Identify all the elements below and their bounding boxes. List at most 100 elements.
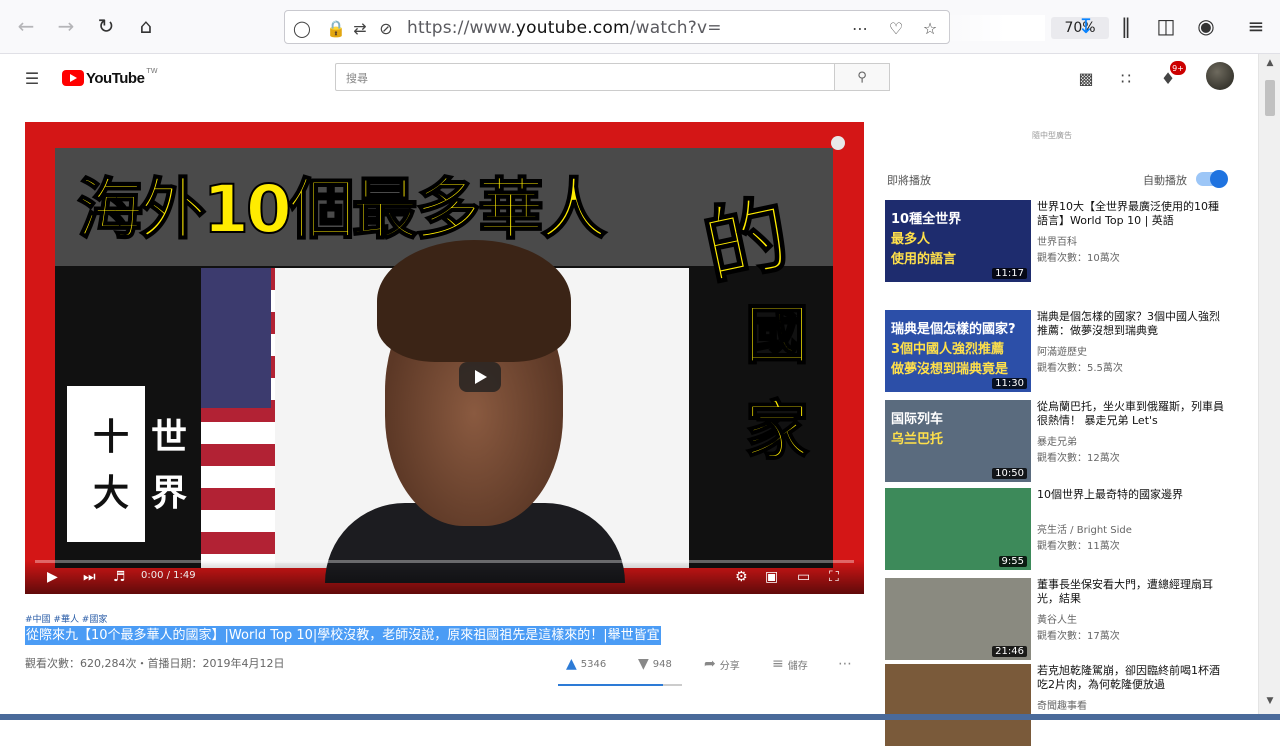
recommendation-thumbnail[interactable]: 瑞典是個怎樣的國家? 3個中國人強烈推薦 做夢沒想到瑞典竟是 11:30 [885,310,1031,392]
theater-mode-icon[interactable]: ▭ [797,568,810,586]
recommendation-views: 觀看次數：10萬次 [1037,253,1120,264]
recommendation-title[interactable]: 世界10大【全世界最廣泛使用的10種語言】World Top 10 | 英語 [1037,200,1227,228]
taskbar-strip [0,714,1280,720]
scroll-up-arrow-icon[interactable]: ▲ [1264,58,1276,68]
url-text[interactable]: https://www.youtube.com/watch?v= [407,18,722,38]
back-arrow-icon[interactable]: ← [12,12,40,40]
recommendation-title[interactable]: 從烏蘭巴托，坐火車到俄羅斯，列車員很熱情！ 暴走兄弟 Let's [1037,400,1227,428]
autoplay-blocked-icon[interactable]: ⊘ [375,17,397,39]
library-icon[interactable]: ‖ [1112,12,1140,40]
play-icon[interactable]: ▶ [47,568,58,586]
account-icon[interactable]: ◉ [1192,12,1220,40]
recommendation-title[interactable]: 若克旭乾隆駕崩，卻因臨終前喝1杯酒吃2片肉，為何乾隆便放過 [1037,664,1227,692]
more-options-button[interactable]: ⋯ [838,654,852,674]
volume-icon[interactable]: ♬ [113,568,126,586]
lock-icon[interactable]: 🔒 [325,17,347,39]
url-fade [945,15,1045,41]
thumbnail-caption: 3個中國人強烈推薦 [891,342,1005,357]
create-video-icon[interactable]: ▩ [1074,66,1098,90]
us-flag-canton [201,268,271,408]
download-icon[interactable]: ↧ [1072,12,1100,40]
recommendation-card[interactable]: 21:46 董事長坐保安看大門，遭總經理扇耳光，結果 黃谷人生 觀看次數：17萬次 [885,578,1230,662]
video-thumbnail: 海外10個最多華人 的 十 大 世 界 國家 [55,148,833,583]
next-icon[interactable]: ⏭ [83,568,96,586]
recommendation-thumbnail[interactable]: 9:55 [885,488,1031,570]
badge-top-left: 十 [93,417,130,458]
bookmark-star-icon[interactable]: ☆ [919,17,941,39]
thumbs-up-icon: ▲ [566,656,577,672]
recommendation-card[interactable]: 国际列车 乌兰巴托 10:50 從烏蘭巴托，坐火車到俄羅斯，列車員很熱情！ 暴走兄弟 … [885,400,1230,484]
duration-badge: 11:17 [992,268,1027,279]
recommendation-card[interactable]: 9:55 10個世界上最奇特的國家邊界 亮生活 / Bright Side 觀看次數：… [885,488,1230,572]
info-card-icon[interactable] [831,136,845,150]
large-play-button[interactable] [459,362,501,392]
recommendation-thumbnail[interactable]: 国际列车 乌兰巴托 10:50 [885,400,1031,482]
like-button[interactable]: ▲ 5346 [566,654,606,674]
search-input[interactable]: 搜尋 [335,63,835,91]
search-icon: ⚲ [857,69,867,85]
recommendation-title[interactable]: 10個世界上最奇特的國家邊界 [1037,488,1227,502]
thumbnail-side-text: 國家 [744,298,810,470]
more-actions-icon[interactable]: ⋯ [849,17,871,39]
sidebar-icon[interactable]: ◫ [1152,12,1180,40]
url-prefix: https://www. [407,18,516,38]
video-actions: ▲ 5346 ▼ 948 ➦ 分享 ≡ 儲存 ⋯ [566,654,864,674]
reload-icon[interactable]: ↻ [92,12,120,40]
recommendation-views: 觀看次數：12萬次 [1037,453,1120,464]
thumbnail-caption: 国际列车 [891,412,944,427]
recommendation-channel: 阿滿遊歷史 [1037,347,1087,358]
recommendation-views: 觀看次數：5.5萬次 [1037,363,1123,374]
recommendation-card[interactable]: 瑞典是個怎樣的國家? 3個中國人強烈推薦 做夢沒想到瑞典竟是 11:30 瑞典是個怎樣的… [885,310,1230,394]
pocket-icon[interactable]: ♡ [885,17,907,39]
forward-arrow-icon[interactable]: → [52,12,80,40]
hamburger-menu-icon[interactable]: ≡ [1242,12,1270,40]
scrollbar-thumb[interactable] [1265,80,1275,116]
top10-badge-light: 十 大 [67,386,145,542]
youtube-masthead: ☰ YouTube TW 搜尋 ⚲ ▩ ∷ ♦ 9+ [0,54,1258,102]
shield-icon[interactable]: ◯ [291,17,313,39]
recommendation-views: 觀看次數：17萬次 [1037,631,1120,642]
recommendation-channel: 亮生活 / Bright Side [1037,525,1132,536]
recommendation-card[interactable]: 若克旭乾隆駕崩，卻因臨終前喝1杯酒吃2片肉，為何乾隆便放過奇聞趣事看 [885,664,1230,748]
share-button[interactable]: ➦ 分享 [704,654,740,674]
like-ratio-bar [558,684,682,686]
like-count: 5346 [580,658,607,670]
scroll-down-arrow-icon[interactable]: ▼ [1264,696,1276,706]
search-button[interactable]: ⚲ [834,63,890,91]
thumbnail-caption: 做夢沒想到瑞典竟是 [891,362,1009,377]
badge-bottom-left: 大 [93,473,130,514]
page-scrollbar[interactable]: ▲ ▼ [1258,54,1280,714]
autoplay-label: 自動播放 [1143,174,1187,187]
settings-gear-icon[interactable]: ⚙ [735,568,748,586]
recommendation-thumbnail[interactable]: 10種全世界 最多人 使用的語言 11:17 [885,200,1031,282]
progress-bar[interactable] [35,560,854,563]
autoplay-toggle[interactable] [1196,170,1228,188]
dislike-button[interactable]: ▼ 948 [638,654,672,674]
more-dots-icon: ⋯ [838,656,852,672]
video-player[interactable]: 海外10個最多華人 的 十 大 世 界 國家 ▶ ⏭ ♬ 0:00 / 1:49… [25,122,864,594]
recommendation-thumbnail[interactable]: 21:46 [885,578,1031,660]
home-icon[interactable]: ⌂ [132,12,160,40]
user-avatar[interactable] [1206,62,1234,90]
top10-badge-dark: 世 界 [145,386,197,542]
like-ratio-fill [558,684,664,686]
badge-bottom-right: 界 [151,473,188,514]
permissions-icon[interactable]: ⇄ [349,17,371,39]
save-label: 儲存 [787,660,808,672]
duration-badge: 21:46 [992,646,1027,657]
youtube-logo[interactable]: YouTube TW [62,66,158,90]
recommendation-title[interactable]: 瑞典是個怎樣的國家？3個中國人強烈推薦：做夢沒想到瑞典竟 [1037,310,1227,338]
guide-menu-icon[interactable]: ☰ [20,66,44,90]
dislike-count: 948 [652,658,672,670]
miniplayer-icon[interactable]: ▣ [765,568,778,586]
recommendation-card[interactable]: 10種全世界 最多人 使用的語言 11:17 世界10大【全世界最廣泛使用的10種語言】… [885,200,1230,284]
recommendation-title[interactable]: 董事長坐保安看大門，遭總經理扇耳光，結果 [1037,578,1227,606]
recommendation-channel: 奇聞趣事看 [1037,701,1087,712]
save-button[interactable]: ≡ 儲存 [772,654,808,674]
fullscreen-icon[interactable]: ⛶ [829,568,839,586]
address-bar[interactable]: ◯ 🔒 ⇄ ⊘ https://www.youtube.com/watch?v=… [284,10,1109,44]
youtube-region: TW [146,67,158,75]
recommendation-thumbnail[interactable] [885,664,1031,746]
video-hashtags[interactable]: #中國 #華人 #國家 [25,612,107,625]
apps-grid-icon[interactable]: ∷ [1114,66,1138,90]
